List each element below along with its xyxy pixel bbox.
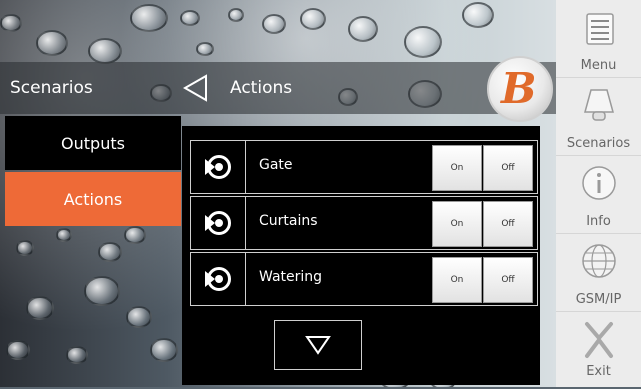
page-title: Scenarios xyxy=(10,78,93,98)
sidebar-item-label: Info xyxy=(586,214,611,229)
background-drop xyxy=(36,30,68,56)
back-arrow-icon[interactable] xyxy=(182,74,208,102)
sidebar-item-label: Scenarios xyxy=(566,136,631,151)
background-drop xyxy=(98,242,122,262)
exit-icon xyxy=(585,322,613,358)
background-drop xyxy=(228,8,244,22)
background-drop xyxy=(66,346,88,364)
sidebar-item-exit[interactable]: Exit xyxy=(556,312,641,389)
action-play-icon xyxy=(205,155,231,179)
background-drop xyxy=(262,14,286,34)
background-drop xyxy=(124,226,146,244)
globe-icon xyxy=(582,244,616,278)
brand-logo: B xyxy=(487,56,553,122)
sidebar-item-info[interactable]: Info xyxy=(556,156,641,234)
section-title: Actions xyxy=(230,78,293,98)
sidebar-item-scenarios[interactable]: Scenarios xyxy=(556,78,641,156)
info-icon xyxy=(582,166,616,200)
background-drop xyxy=(56,228,72,242)
background-drop xyxy=(126,306,152,328)
chevron-down-icon xyxy=(305,336,331,355)
background-drop xyxy=(300,8,326,30)
action-icon xyxy=(191,253,246,305)
sidebar-item-gsm-ip[interactable]: GSM/IP xyxy=(556,234,641,312)
sidebar-item-label: GSM/IP xyxy=(575,292,622,307)
background-drop xyxy=(16,240,34,256)
watering-on-button[interactable]: On xyxy=(432,257,482,303)
action-label: Curtains xyxy=(259,213,318,229)
action-row-curtains: Curtains On Off xyxy=(190,196,538,250)
background-drop xyxy=(6,340,30,360)
actions-panel: Gate On Off Curtains On Off Watering On … xyxy=(182,126,540,385)
background-drop xyxy=(26,296,54,320)
sidebar-item-label: Menu xyxy=(580,58,617,73)
background-drop xyxy=(180,10,200,26)
action-row-gate: Gate On Off xyxy=(190,140,538,194)
sidebar-item-label: Exit xyxy=(586,364,611,379)
gate-on-button[interactable]: On xyxy=(432,145,482,191)
action-row-watering: Watering On Off xyxy=(190,252,538,306)
background-drop xyxy=(130,4,168,32)
action-play-icon xyxy=(205,211,231,235)
action-icon xyxy=(191,141,246,193)
curtains-on-button[interactable]: On xyxy=(432,201,482,247)
action-label: Watering xyxy=(259,269,323,285)
gate-off-button[interactable]: Off xyxy=(483,145,533,191)
background-drop xyxy=(196,42,214,56)
brand-logo-letter: B xyxy=(501,64,537,113)
background-drop xyxy=(84,276,120,306)
action-play-icon xyxy=(205,267,231,291)
sidebar: Menu Scenarios Info GSM/IP Exit xyxy=(556,0,641,387)
scroll-down-button[interactable] xyxy=(274,320,362,370)
background-drop xyxy=(404,26,442,58)
scenarios-icon xyxy=(584,89,614,121)
background-drop xyxy=(88,38,122,64)
action-icon xyxy=(191,197,246,249)
menu-icon xyxy=(586,13,614,45)
background-drop xyxy=(348,16,378,42)
tab-outputs[interactable]: Outputs xyxy=(5,116,181,170)
curtains-off-button[interactable]: Off xyxy=(483,201,533,247)
background-drop xyxy=(150,338,178,362)
watering-off-button[interactable]: Off xyxy=(483,257,533,303)
sidebar-item-menu[interactable]: Menu xyxy=(556,0,641,78)
background-drop xyxy=(0,14,22,32)
tab-actions[interactable]: Actions xyxy=(5,172,181,226)
background-drop xyxy=(462,2,494,28)
action-label: Gate xyxy=(259,157,293,173)
